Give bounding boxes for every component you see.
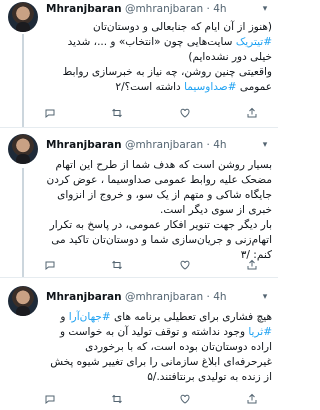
author-handle[interactable]: @mhranjbaran (125, 139, 203, 151)
tweet-1[interactable]: Mhranjbaran @mhranjbaran · 4h ▾ (هنوز از… (0, 0, 278, 128)
reply-icon[interactable] (44, 107, 56, 119)
tweet-line: اتهام‌زنی و جریان‌سازی شما و دوستان‌تان … (51, 234, 272, 246)
hashtag-link[interactable]: #صداوسیما (184, 81, 236, 93)
tweet-line: (هنوز از آن ایام که جنابعالی و دوستان‌تا… (93, 21, 272, 33)
tweet-line: هیچ فشاری برای تعطیلی برنامه های #جهان‌آ… (60, 311, 272, 323)
share-icon[interactable] (246, 259, 258, 271)
avatar[interactable] (8, 2, 38, 32)
hashtag-link[interactable]: #جهان‌آرا (69, 311, 111, 323)
tweet-header: Mhranjbaran @mhranjbaran · 4h (46, 138, 272, 152)
tweet-header: Mhranjbaran @mhranjbaran · 4h (46, 2, 272, 16)
tweet-text: بسیار روشن است که هدف شما از طرح این اته… (44, 158, 273, 263)
tweet-line: #تیتریک سایت‌هایی چون «انتخاب» و ...، شد… (67, 36, 272, 48)
tweet-line: اراده دوستان‌تان بوده است، که با برخوردی (85, 341, 272, 353)
share-icon[interactable] (246, 393, 258, 405)
chevron-down-icon[interactable]: ▾ (260, 292, 270, 302)
thread-line (22, 168, 24, 277)
tweet-line: عمومی #صداوسیما داشته است؟/۲ (115, 81, 272, 93)
retweet-icon[interactable] (111, 259, 123, 271)
heart-icon[interactable] (179, 259, 191, 271)
heart-icon[interactable] (179, 393, 191, 405)
timestamp[interactable]: 4h (213, 3, 226, 15)
tweet-2[interactable]: Mhranjbaran @mhranjbaran · 4h ▾ بسیار رو… (0, 128, 278, 278)
reply-icon[interactable] (44, 259, 56, 271)
tweet-line: خبری از سوی دیگر است. (159, 204, 272, 216)
tweet-header: Mhranjbaran @mhranjbaran · 4h (46, 290, 272, 304)
retweet-icon[interactable] (111, 393, 123, 405)
tweet-line: خیلی دور نشده‌ایم) (188, 51, 272, 63)
separator-dot: · (206, 3, 210, 15)
heart-icon[interactable] (179, 107, 191, 119)
timestamp[interactable]: 4h (213, 139, 226, 151)
hashtag-link[interactable]: #ثریا (248, 326, 272, 338)
retweet-icon[interactable] (111, 107, 123, 119)
chevron-down-icon[interactable]: ▾ (260, 4, 270, 14)
reply-icon[interactable] (44, 393, 56, 405)
tweet-feed: Mhranjbaran @mhranjbaran · 4h ▾ (هنوز از… (0, 0, 278, 410)
tweet-line: غیرحرفه‌ای ابلاغ سازمانی را برای تغییر ش… (50, 356, 272, 368)
tweet-actions (44, 392, 258, 406)
tweet-line: #ثریا وجود نداشته و توقف تولید آن به خوا… (59, 326, 272, 338)
author-handle[interactable]: @mhranjbaran (125, 3, 203, 15)
hashtag-link[interactable]: #تیتریک (236, 36, 272, 48)
share-icon[interactable] (246, 107, 258, 119)
separator-dot: · (206, 291, 210, 303)
tweet-text: هیچ فشاری برای تعطیلی برنامه های #جهان‌آ… (44, 310, 272, 385)
tweet-line: بار دیگر جهت تنویر افکار عمومی، در پاسخ … (49, 219, 272, 231)
separator-dot: · (206, 139, 210, 151)
author-name[interactable]: Mhranjbaran (46, 291, 122, 303)
chevron-down-icon[interactable]: ▾ (260, 140, 270, 150)
tweet-3[interactable]: Mhranjbaran @mhranjbaran · 4h ▾ هیچ فشار… (0, 278, 278, 410)
author-name[interactable]: Mhranjbaran (46, 139, 122, 151)
tweet-line: جایگاه شاکی و متهم از یک سو، و خروج از ا… (57, 189, 272, 201)
avatar[interactable] (8, 134, 38, 164)
timestamp[interactable]: 4h (213, 291, 226, 303)
thread-line (22, 34, 24, 127)
tweet-line: مضحک علیه روابط عمومی صداوسیما ، عوض کرد… (46, 174, 273, 186)
tweet-line: بسیار روشن است که هدف شما از طرح این اته… (55, 159, 272, 171)
avatar[interactable] (8, 286, 38, 316)
tweet-line: از زنده به تولیدی برنتافتند./۵ (147, 371, 272, 383)
tweet-actions (44, 106, 258, 120)
author-handle[interactable]: @mhranjbaran (125, 291, 203, 303)
author-name[interactable]: Mhranjbaran (46, 3, 122, 15)
tweet-actions (44, 258, 258, 272)
tweet-text: (هنوز از آن ایام که جنابعالی و دوستان‌تا… (44, 20, 272, 95)
tweet-line: واقعیتی چنین روشن، چه نیاز به خبرسازی رو… (62, 66, 272, 78)
